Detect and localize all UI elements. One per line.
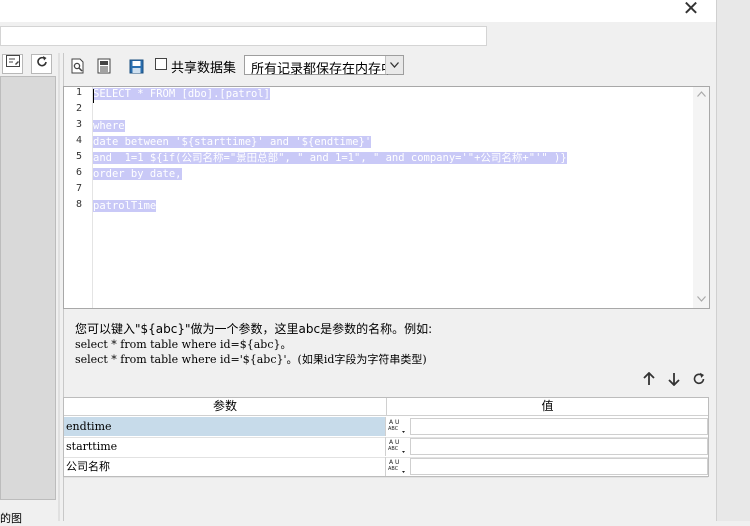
scroll-up-icon[interactable]: [696, 90, 706, 100]
table-row[interactable]: 公司名称 A U ABC: [64, 457, 708, 478]
sql-editor[interactable]: 1 2 3 4 5 6 7 8 SELECT * FROM [dbo].[pat…: [63, 86, 710, 309]
table-row[interactable]: starttime A U ABC: [64, 437, 708, 458]
type-abc-icon[interactable]: A U ABC: [387, 418, 409, 436]
svg-text:ABC: ABC: [388, 446, 399, 452]
line-number: 6: [75, 167, 82, 178]
dialog-titlebar: [0, 0, 716, 22]
param-value-input[interactable]: [410, 438, 708, 455]
storage-mode-select[interactable]: 所有记录都保存在内存中: [244, 55, 404, 77]
code-line: patrolTime: [93, 200, 157, 212]
line-number: 7: [75, 183, 82, 194]
code-line: where: [93, 120, 125, 132]
line-number: 3: [75, 119, 82, 130]
move-up-icon[interactable]: [640, 371, 658, 390]
svg-text:A: A: [389, 439, 394, 446]
left-toolbar: [0, 53, 56, 75]
code-line: SELECT * FROM [dbo].[patrol]: [93, 88, 271, 100]
text-caret: [93, 89, 94, 103]
edit-dataset-icon[interactable]: [2, 54, 23, 74]
param-name: 公司名称: [64, 457, 386, 476]
type-abc-icon[interactable]: A U ABC: [387, 438, 409, 456]
code-line: order by date,: [93, 168, 182, 180]
line-number: 4: [75, 135, 82, 146]
svg-text:A: A: [389, 419, 394, 426]
code-line: and 1=1 ${if(公司名称="景田总部", " and 1=1", " …: [93, 152, 567, 164]
refresh-params-icon[interactable]: [690, 372, 708, 390]
code-line: date between '${starttime}' and '${endti…: [93, 136, 372, 148]
move-down-icon[interactable]: [665, 372, 683, 390]
parameter-hint: 您可以键入"${abc}"做为一个参数，这里abc是参数的名称。例如:: [75, 322, 433, 336]
param-name: starttime: [64, 437, 386, 456]
parameter-example: select * from table where id=${abc}。: [75, 338, 292, 351]
scroll-down-icon[interactable]: [696, 295, 706, 305]
parameters-table[interactable]: 参数 值 endtime A U ABC starttime A U ABC 公司名称 …: [63, 397, 709, 478]
parameter-example: select * from table where id='${abc}'。(如…: [75, 353, 427, 366]
dataset-tree-panel[interactable]: [0, 76, 56, 500]
right-side-panel: [716, 0, 750, 521]
param-name: endtime: [64, 417, 386, 436]
svg-text:U: U: [395, 459, 399, 466]
svg-text:U: U: [395, 419, 399, 426]
share-dataset-label: 共享数据集: [171, 61, 237, 76]
line-number: 2: [75, 103, 82, 114]
save-icon[interactable]: [126, 56, 146, 76]
line-number: 8: [75, 199, 82, 210]
preview-icon[interactable]: [68, 56, 88, 76]
line-number: 5: [75, 151, 82, 162]
svg-text:A: A: [389, 459, 394, 466]
properties-icon[interactable]: [94, 56, 114, 76]
splitter[interactable]: [58, 53, 60, 521]
param-value-input[interactable]: [410, 458, 708, 475]
refresh-icon[interactable]: [31, 54, 52, 74]
line-number-gutter: 1 2 3 4 5 6 7 8: [64, 87, 93, 308]
svg-text:ABC: ABC: [388, 426, 399, 432]
dataset-name-field[interactable]: [0, 26, 487, 46]
svg-text:U: U: [395, 439, 399, 446]
param-name-header: 参数: [64, 398, 387, 416]
share-dataset-checkbox[interactable]: [155, 58, 167, 70]
close-icon[interactable]: ✕: [680, 0, 702, 18]
left-panel-caption: 的图: [0, 512, 22, 525]
svg-text:ABC: ABC: [388, 466, 399, 472]
param-value-input[interactable]: [410, 418, 708, 435]
table-row[interactable]: endtime A U ABC: [64, 417, 708, 438]
param-value-header: 值: [387, 398, 708, 416]
type-abc-icon[interactable]: A U ABC: [387, 458, 409, 476]
editor-scrollbar[interactable]: [693, 87, 709, 308]
chevron-down-icon[interactable]: [385, 56, 403, 74]
storage-mode-value: 所有记录都保存在内存中: [251, 62, 395, 77]
line-number: 1: [75, 87, 82, 98]
